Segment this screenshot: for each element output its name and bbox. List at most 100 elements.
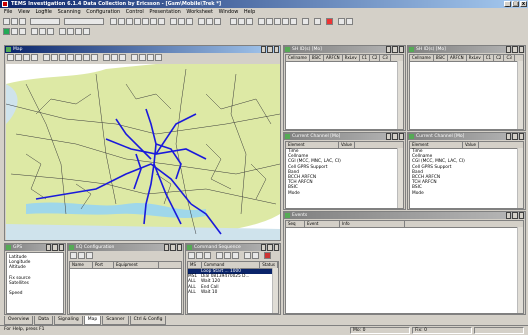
column-header[interactable]: Cellname xyxy=(410,55,434,61)
column-header[interactable]: C3 xyxy=(504,55,515,61)
cell-icon[interactable] xyxy=(198,18,205,25)
column-header[interactable]: Element xyxy=(410,142,463,148)
table-icon[interactable] xyxy=(230,18,237,25)
close-icon[interactable] xyxy=(398,133,404,140)
minimize-icon[interactable] xyxy=(506,46,512,53)
minimize-icon[interactable] xyxy=(261,244,267,251)
equipment-table[interactable]: Name Port Equipment xyxy=(69,261,182,314)
ruler-icon[interactable] xyxy=(91,54,98,61)
menu-configuration[interactable]: Configuration xyxy=(86,8,120,17)
map-icon[interactable] xyxy=(178,18,185,25)
chart-icon[interactable] xyxy=(238,18,245,25)
save-sequence-icon[interactable] xyxy=(204,252,211,259)
cell-site-icon[interactable] xyxy=(111,54,118,61)
minimize-icon[interactable] xyxy=(506,133,512,140)
tab-scanner[interactable]: Scanner xyxy=(102,316,129,325)
open-folder-icon[interactable] xyxy=(39,28,46,35)
open-sequence-icon[interactable] xyxy=(196,252,203,259)
maximize-icon[interactable] xyxy=(512,212,518,219)
column-header[interactable]: Port xyxy=(93,262,114,268)
arrow-left-icon[interactable] xyxy=(131,54,138,61)
open-icon[interactable] xyxy=(3,18,10,25)
move-up-icon[interactable] xyxy=(252,252,259,259)
menu-logfile[interactable]: Logfile xyxy=(35,8,52,17)
menu-scanning[interactable]: Scanning xyxy=(58,8,81,17)
selection-icon[interactable] xyxy=(103,54,110,61)
tab-map[interactable]: Map xyxy=(83,316,102,325)
insert-filemark-icon[interactable] xyxy=(150,18,157,25)
column-header[interactable]: RxLev xyxy=(343,55,360,61)
column-header[interactable]: Value xyxy=(463,142,479,148)
paste-icon[interactable] xyxy=(75,28,82,35)
tab-data[interactable]: Data xyxy=(34,316,53,325)
maximize-icon[interactable] xyxy=(512,46,518,53)
scrollbar[interactable] xyxy=(397,148,403,208)
maximize-icon[interactable] xyxy=(392,46,398,53)
maximize-icon[interactable] xyxy=(52,244,58,251)
new-sequence-icon[interactable] xyxy=(188,252,195,259)
event-icon[interactable] xyxy=(206,18,213,25)
close-icon[interactable] xyxy=(273,244,279,251)
close-icon[interactable] xyxy=(58,244,64,251)
info-icon[interactable] xyxy=(51,54,58,61)
close-button[interactable]: x xyxy=(520,1,527,7)
menu-view[interactable]: View xyxy=(18,8,30,17)
globe-icon[interactable] xyxy=(15,54,22,61)
green-square-icon[interactable] xyxy=(3,28,10,35)
pan-icon[interactable] xyxy=(83,54,90,61)
arrow-down-icon[interactable] xyxy=(155,54,162,61)
disconnect-icon[interactable] xyxy=(118,18,125,25)
minimize-icon[interactable] xyxy=(164,244,170,251)
scrollbar[interactable] xyxy=(517,148,523,208)
record-icon[interactable] xyxy=(126,18,133,25)
port-select[interactable] xyxy=(30,18,60,25)
minimize-button[interactable]: _ xyxy=(504,1,511,7)
refresh-icon[interactable] xyxy=(86,252,93,259)
column-header[interactable]: C2 xyxy=(370,55,381,61)
column-header[interactable]: C1 xyxy=(484,55,495,61)
column-header[interactable]: Seq xyxy=(286,221,305,227)
minimize-icon[interactable] xyxy=(386,133,392,140)
sh-id-right-table[interactable]: Cellname BSIC ARFCN RxLev C1 C2 C3 xyxy=(409,54,524,130)
close-icon[interactable] xyxy=(273,46,279,53)
map-canvas[interactable] xyxy=(6,64,280,240)
close-icon[interactable] xyxy=(176,244,182,251)
column-header[interactable]: Cellname xyxy=(286,55,310,61)
save-icon[interactable] xyxy=(11,18,18,25)
menu-worksheet[interactable]: Worksheet xyxy=(186,8,213,17)
pointer-icon[interactable] xyxy=(43,54,50,61)
equipment-select[interactable] xyxy=(64,18,104,25)
rewind-icon[interactable] xyxy=(258,18,265,25)
help-icon[interactable] xyxy=(346,18,353,25)
column-header[interactable]: Element xyxy=(286,142,339,148)
gps-icon[interactable] xyxy=(170,18,177,25)
stop-sequence-icon[interactable] xyxy=(224,252,231,259)
menu-control[interactable]: Control xyxy=(126,8,144,17)
stop-icon[interactable] xyxy=(134,18,141,25)
arrow-right-icon[interactable] xyxy=(139,54,146,61)
scrollbar[interactable] xyxy=(517,227,523,313)
sh-id-left-table[interactable]: Cellname BSIC ARFCN RxLev C1 C2 C3 xyxy=(285,54,404,130)
close-icon[interactable] xyxy=(398,46,404,53)
line-icon[interactable] xyxy=(119,54,126,61)
column-header[interactable]: C2 xyxy=(494,55,505,61)
scan-icon[interactable] xyxy=(186,18,193,25)
remove-equipment-icon[interactable] xyxy=(78,252,85,259)
column-header[interactable]: Equipment xyxy=(114,262,159,268)
new-icon[interactable] xyxy=(31,28,38,35)
column-header[interactable]: Command xyxy=(202,262,261,268)
print-preview-icon[interactable] xyxy=(83,28,90,35)
column-header[interactable]: Info xyxy=(340,221,405,227)
column-header[interactable]: Event xyxy=(305,221,340,227)
column-header[interactable]: C3 xyxy=(380,55,391,61)
legend-icon[interactable] xyxy=(31,54,38,61)
tab-ctrl-config[interactable]: Ctrl & Config xyxy=(129,316,167,325)
close-icon[interactable] xyxy=(518,133,524,140)
tab-signaling[interactable]: Signaling xyxy=(53,316,83,325)
maximize-icon[interactable] xyxy=(392,133,398,140)
connect-icon[interactable] xyxy=(110,18,117,25)
column-header[interactable]: Name xyxy=(70,262,93,268)
close-icon[interactable] xyxy=(518,46,524,53)
sync-icon[interactable] xyxy=(302,18,309,25)
stop-red-icon[interactable] xyxy=(326,18,333,25)
